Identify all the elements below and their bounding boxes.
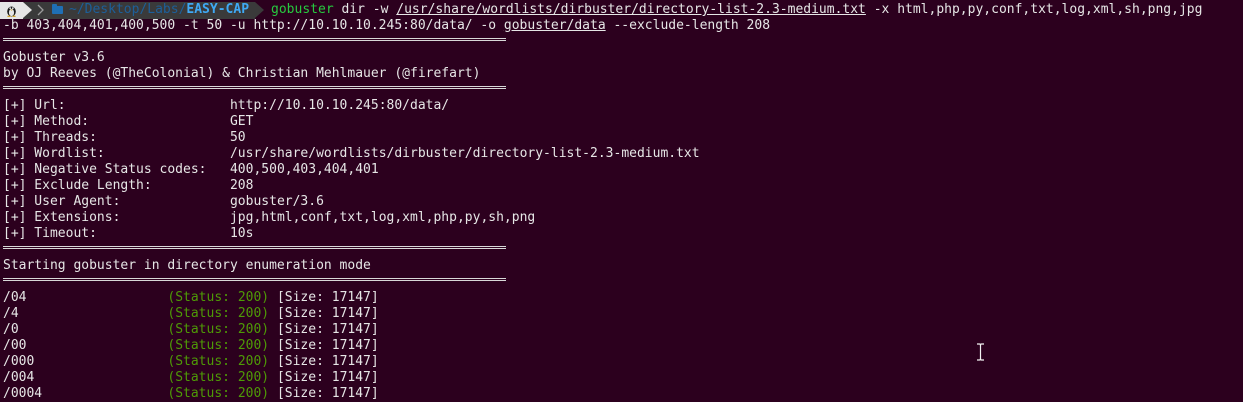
- result-row: /000 (Status: 200) [Size: 17147]: [3, 354, 379, 370]
- config-value: /usr/share/wordlists/dirbuster/directory…: [229, 146, 700, 161]
- config-value: 50: [229, 130, 246, 145]
- config-row: [+] User Agent: gobuster/3.6: [3, 194, 324, 210]
- wordlist-path: /usr/share/wordlists/dirbuster/directory…: [396, 2, 866, 17]
- config-key: [+] Exclude Length:: [3, 178, 230, 193]
- terminal-window[interactable]: ~/Desktop/Labs/EASY-CAP gobuster dir -w …: [0, 0, 1243, 402]
- config-key: [+] Url:: [3, 98, 230, 113]
- text-cursor-icon: [977, 343, 984, 361]
- result-status: (Status: 200): [167, 370, 270, 385]
- divider: [3, 86, 506, 89]
- config-value: GET: [229, 114, 254, 129]
- command-args-1: dir -w: [333, 2, 397, 17]
- result-path: /004: [3, 370, 168, 385]
- result-row: /0 (Status: 200) [Size: 17147]: [3, 322, 379, 338]
- command-args-2: -x html,php,py,conf,txt,log,xml,sh,png,j…: [865, 2, 1203, 17]
- config-key: [+] Wordlist:: [3, 146, 230, 161]
- banner-title: Gobuster v3.6: [3, 50, 105, 65]
- result-status: (Status: 200): [167, 354, 270, 369]
- config-row: [+] Url: http://10.10.10.245:80/data/: [3, 98, 449, 114]
- config-value: 400,500,403,404,401: [229, 162, 379, 177]
- config-value: jpg,html,conf,txt,log,xml,php,py,sh,png: [229, 210, 536, 225]
- result-path: /0004: [3, 386, 168, 401]
- config-row: [+] Exclude Length: 208: [3, 178, 253, 194]
- result-size: [Size: 17147]: [269, 306, 379, 321]
- command-args-3: -b 403,404,401,400,500 -t 50 -u http://1…: [3, 18, 504, 33]
- os-segment: [0, 1, 32, 19]
- config-key: [+] Timeout:: [3, 226, 230, 241]
- result-row: /00 (Status: 200) [Size: 17147]: [3, 338, 379, 354]
- config-key: [+] Threads:: [3, 130, 230, 145]
- config-key: [+] Negative Status codes:: [3, 162, 230, 177]
- linux-penguin-icon: [7, 6, 16, 17]
- result-row: /04 (Status: 200) [Size: 17147]: [3, 290, 379, 306]
- result-row: /4 (Status: 200) [Size: 17147]: [3, 306, 379, 322]
- result-size: [Size: 17147]: [269, 322, 379, 337]
- output-path: gobuster/data: [503, 18, 606, 33]
- result-row: /004 (Status: 200) [Size: 17147]: [3, 370, 379, 386]
- result-path: /00: [3, 338, 168, 353]
- config-row: [+] Negative Status codes: 400,500,403,4…: [3, 162, 379, 178]
- result-size: [Size: 17147]: [269, 386, 379, 401]
- result-size: [Size: 17147]: [269, 354, 379, 369]
- result-path: /000: [3, 354, 168, 369]
- result-row: /0004 (Status: 200) [Size: 17147]: [3, 386, 379, 402]
- config-key: [+] Method:: [3, 114, 230, 129]
- directory-path: ~/Desktop/Labs/: [69, 2, 187, 17]
- result-status: (Status: 200): [167, 306, 270, 321]
- result-status: (Status: 200): [167, 338, 270, 353]
- config-key: [+] User Agent:: [3, 194, 230, 209]
- config-row: [+] Method: GET: [3, 114, 253, 130]
- result-size: [Size: 17147]: [269, 338, 379, 353]
- config-value: 10s: [229, 226, 254, 241]
- mode-message: Starting gobuster in directory enumerati…: [3, 258, 371, 273]
- command-args-4: --exclude-length 208: [605, 18, 771, 33]
- command-line[interactable]: gobuster dir -w /usr/share/wordlists/dir…: [271, 2, 1202, 18]
- config-value: http://10.10.10.245:80/data/: [229, 98, 450, 113]
- command-continuation: -b 403,404,401,400,500 -t 50 -u http://1…: [3, 18, 770, 34]
- config-key: [+] Extensions:: [3, 210, 230, 225]
- divider: [3, 246, 506, 249]
- divider: [3, 278, 506, 281]
- folder-icon: [52, 4, 63, 14]
- command-name: gobuster: [271, 2, 334, 17]
- result-path: /0: [3, 322, 168, 337]
- current-directory: EASY-CAP: [186, 2, 250, 17]
- result-path: /04: [3, 290, 168, 305]
- banner-authors: by OJ Reeves (@TheColonial) & Christian …: [3, 66, 481, 81]
- result-status: (Status: 200): [167, 290, 270, 305]
- config-row: [+] Timeout: 10s: [3, 226, 253, 242]
- config-row: [+] Wordlist: /usr/share/wordlists/dirbu…: [3, 146, 700, 162]
- result-size: [Size: 17147]: [269, 290, 379, 305]
- result-size: [Size: 17147]: [269, 370, 379, 385]
- config-value: 208: [229, 178, 254, 193]
- config-row: [+] Threads: 50: [3, 130, 246, 146]
- config-value: gobuster/3.6: [229, 194, 324, 209]
- result-status: (Status: 200): [167, 386, 270, 401]
- divider: [3, 38, 506, 41]
- prompt-line: ~/Desktop/Labs/EASY-CAP gobuster dir -w …: [0, 1, 1202, 19]
- chevron-right-icon: [37, 4, 44, 16]
- result-path: /4: [3, 306, 168, 321]
- result-status: (Status: 200): [167, 322, 270, 337]
- directory-segment: ~/Desktop/Labs/EASY-CAP: [48, 1, 265, 19]
- config-row: [+] Extensions: jpg,html,conf,txt,log,xm…: [3, 210, 535, 226]
